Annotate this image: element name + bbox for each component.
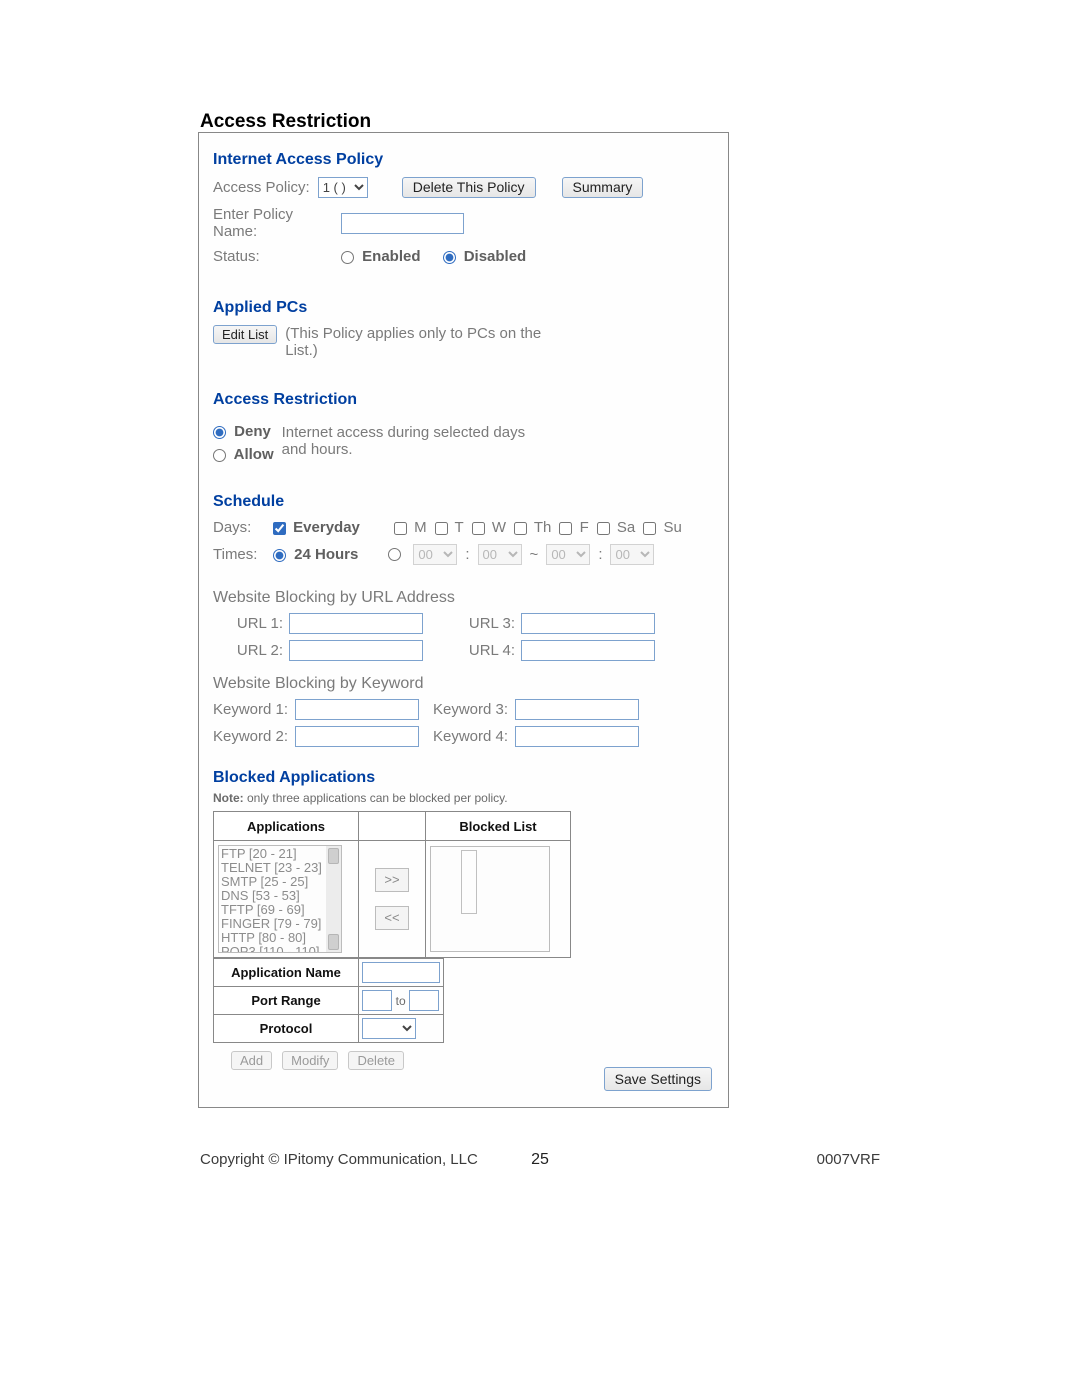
kw3-input[interactable]	[515, 699, 639, 720]
kw4-input[interactable]	[515, 726, 639, 747]
port-range-label: Port Range	[214, 987, 359, 1015]
edit-list-button[interactable]: Edit List	[213, 325, 277, 344]
app-item[interactable]: DNS [53 - 53]	[221, 889, 339, 903]
kw2-input[interactable]	[295, 726, 419, 747]
heading-applied-pcs: Applied PCs	[213, 299, 712, 317]
applications-header: Applications	[214, 812, 359, 841]
footer-page-number: 25	[0, 1151, 1080, 1169]
app-item[interactable]: TELNET [23 - 23]	[221, 861, 339, 875]
empty-list-indicator	[461, 850, 477, 914]
scroll-up-icon[interactable]	[328, 848, 339, 864]
kw1-input[interactable]	[295, 699, 419, 720]
time-start-min[interactable]: 00	[478, 544, 522, 565]
applied-pcs-hint: (This Policy applies only to PCs on the …	[285, 325, 545, 359]
settings-panel: Internet Access Policy Access Policy: 1 …	[198, 132, 729, 1108]
kw3-label: Keyword 3:	[419, 701, 515, 718]
day-sa[interactable]: Sa	[597, 519, 636, 536]
applications-table: Applications Blocked List FTP [20 - 21] …	[213, 811, 571, 958]
blocked-apps-note: Note: only three applications can be blo…	[213, 791, 712, 805]
heading-blocked-applications: Blocked Applications	[213, 769, 712, 787]
protocol-select[interactable]	[362, 1018, 416, 1039]
time-end-min[interactable]: 00	[610, 544, 654, 565]
status-disabled-option[interactable]: Disabled	[443, 248, 527, 265]
app-name-label: Application Name	[214, 959, 359, 987]
status-enabled-option[interactable]: Enabled	[341, 248, 421, 265]
restriction-hint: Internet access during selected days and…	[282, 423, 542, 458]
app-item[interactable]: FINGER [79 - 79]	[221, 917, 339, 931]
scroll-down-icon[interactable]	[328, 934, 339, 950]
scrollbar[interactable]	[326, 846, 341, 952]
policy-name-input[interactable]	[341, 213, 464, 234]
delete-button[interactable]: Delete	[348, 1051, 404, 1070]
deny-option[interactable]: Deny	[213, 423, 274, 440]
day-w[interactable]: W	[472, 519, 506, 536]
times-label: Times:	[213, 546, 265, 563]
add-button[interactable]: Add	[231, 1051, 272, 1070]
modify-button[interactable]: Modify	[282, 1051, 338, 1070]
url1-label: URL 1:	[213, 615, 289, 632]
kw2-label: Keyword 2:	[213, 728, 295, 745]
status-label: Status:	[213, 248, 333, 265]
time-start-hour[interactable]: 00	[413, 544, 457, 565]
colon1: :	[465, 546, 469, 563]
app-item[interactable]: TFTP [69 - 69]	[221, 903, 339, 917]
url4-input[interactable]	[521, 640, 655, 661]
time-end-hour[interactable]: 00	[546, 544, 590, 565]
kw1-label: Keyword 1:	[213, 701, 295, 718]
everyday-checkbox[interactable]: Everyday	[273, 519, 360, 536]
24hours-option[interactable]: 24 Hours	[273, 546, 358, 563]
applications-listbox[interactable]: FTP [20 - 21] TELNET [23 - 23] SMTP [25 …	[218, 845, 342, 953]
day-t[interactable]: T	[435, 519, 464, 536]
page-title: Access Restriction	[200, 111, 371, 133]
app-item[interactable]: FTP [20 - 21]	[221, 847, 339, 861]
tilde: ~	[530, 546, 539, 563]
time-range-option[interactable]	[388, 548, 401, 561]
url3-input[interactable]	[521, 613, 655, 634]
day-su[interactable]: Su	[643, 519, 682, 536]
port-to-input[interactable]	[409, 990, 439, 1011]
summary-button[interactable]: Summary	[562, 177, 644, 198]
access-policy-select[interactable]: 1 ( )	[318, 177, 368, 198]
heading-internet-access-policy: Internet Access Policy	[213, 151, 712, 169]
app-item[interactable]: SMTP [25 - 25]	[221, 875, 339, 889]
delete-policy-button[interactable]: Delete This Policy	[402, 177, 536, 198]
allow-option[interactable]: Allow	[213, 446, 274, 463]
url3-label: URL 3:	[423, 615, 521, 632]
heading-url-blocking: Website Blocking by URL Address	[213, 589, 712, 607]
application-edit-table: Application Name Port Range to Protocol	[213, 958, 444, 1043]
protocol-label: Protocol	[214, 1015, 359, 1043]
blocked-listbox[interactable]	[430, 846, 550, 952]
app-item[interactable]: POP3 [110 - 110]	[221, 945, 339, 953]
url4-label: URL 4:	[423, 642, 521, 659]
port-to-word: to	[396, 994, 406, 1008]
url2-label: URL 2:	[213, 642, 289, 659]
kw4-label: Keyword 4:	[419, 728, 515, 745]
port-from-input[interactable]	[362, 990, 392, 1011]
colon2: :	[598, 546, 602, 563]
app-item[interactable]: HTTP [80 - 80]	[221, 931, 339, 945]
heading-keyword-blocking: Website Blocking by Keyword	[213, 675, 712, 693]
url2-input[interactable]	[289, 640, 423, 661]
days-label: Days:	[213, 519, 265, 536]
footer-doc-id: 0007VRF	[817, 1151, 880, 1168]
heading-access-restriction: Access Restriction	[213, 391, 712, 409]
url1-input[interactable]	[289, 613, 423, 634]
save-settings-button[interactable]: Save Settings	[604, 1067, 712, 1091]
day-m[interactable]: M	[394, 519, 427, 536]
access-policy-label: Access Policy:	[213, 179, 310, 196]
day-th[interactable]: Th	[514, 519, 551, 536]
move-right-button[interactable]: >>	[375, 868, 409, 892]
heading-schedule: Schedule	[213, 493, 712, 511]
move-left-button[interactable]: <<	[375, 906, 409, 930]
blocked-list-header: Blocked List	[426, 812, 571, 841]
day-f[interactable]: F	[559, 519, 588, 536]
enter-policy-name-label: Enter Policy Name:	[213, 206, 333, 240]
app-name-input[interactable]	[362, 962, 440, 983]
